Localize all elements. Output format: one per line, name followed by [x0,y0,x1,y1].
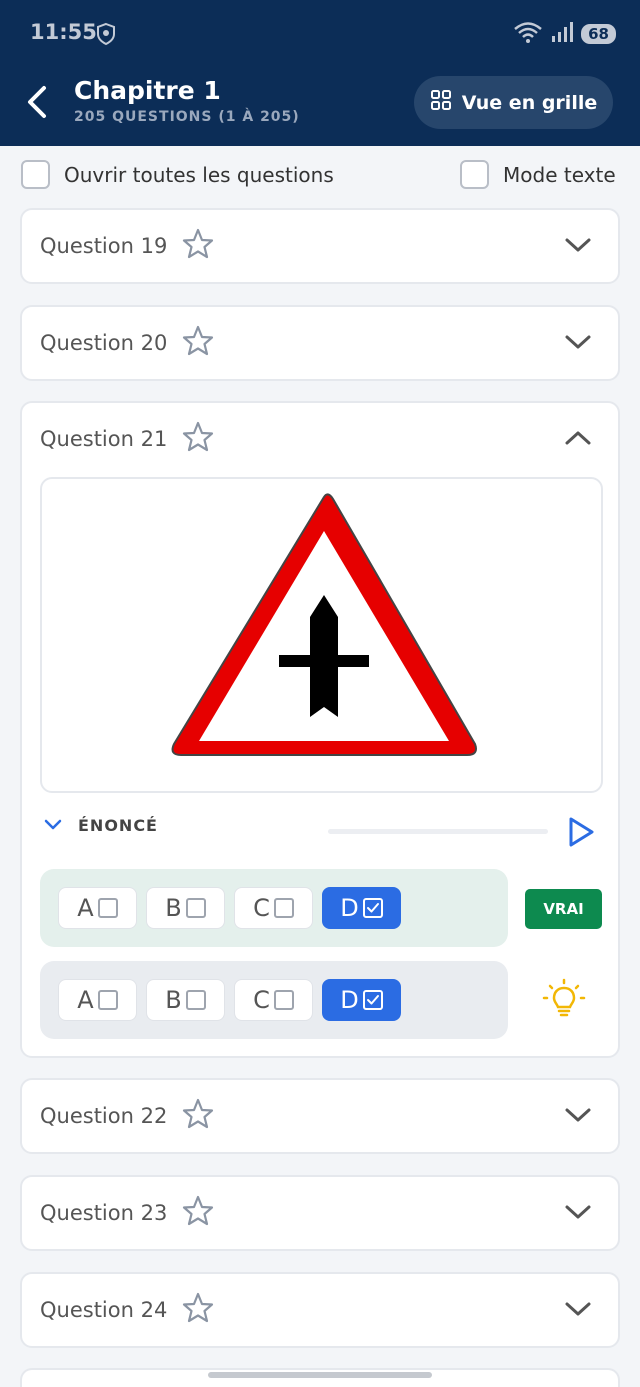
open-all-label: Ouvrir toutes les questions [64,162,334,187]
status-icons: 68 [513,20,616,48]
checkbox-icon [185,990,206,1010]
question-title: Question 22 [40,1104,168,1128]
question-title: Question 21 [40,427,168,451]
back-arrow-icon[interactable] [22,84,52,124]
question-title: Question 23 [40,1201,168,1225]
star-icon[interactable] [181,227,215,265]
star-icon[interactable] [181,420,215,458]
enonce-label: ÉNONCÉ [78,816,158,835]
star-icon[interactable] [181,1291,215,1329]
grid-view-label: Vue en grille [461,91,598,114]
star-icon[interactable] [181,1194,215,1232]
question-header[interactable]: Question 19 [40,210,598,282]
chevron-down-icon[interactable] [564,236,592,258]
answer-a-button[interactable]: A [58,887,137,929]
checkbox-icon [185,898,206,918]
signal-icon [551,21,574,47]
enonce-toggle[interactable]: ÉNONCÉ [44,816,158,835]
grid-icon [430,89,452,116]
open-all-option[interactable]: Ouvrir toutes les questions [21,160,334,189]
shield-icon [95,22,117,50]
text-mode-option[interactable]: Mode texte [460,160,616,189]
chevron-up-icon[interactable] [564,429,592,451]
road-sign-priority-intersection [171,493,477,756]
result-badge: VRAI [525,889,602,929]
home-indicator[interactable] [208,1372,432,1378]
status-time: 11:55 [30,20,97,44]
wifi-icon [513,20,543,48]
question-title: Question 24 [40,1298,168,1322]
question-card[interactable]: Question 23 [20,1175,620,1251]
chevron-down-icon[interactable] [564,1203,592,1225]
page-title: Chapitre 1 [74,76,221,105]
text-mode-checkbox[interactable] [460,160,489,189]
answer-c-button: C [234,979,313,1021]
answer-b-button[interactable]: B [146,887,225,929]
answer-b-button: B [146,979,225,1021]
question-header[interactable]: Question 20 [40,307,598,379]
answer-a-button: A [58,979,137,1021]
question-header[interactable]: Question 23 [40,1177,598,1249]
page-subtitle: 205 QUESTIONS (1 À 205) [74,109,300,125]
question-title: Question 20 [40,331,168,355]
question-card[interactable]: Question 24 [20,1272,620,1348]
star-icon[interactable] [181,1097,215,1135]
star-icon[interactable] [181,324,215,362]
audio-progress-bar[interactable] [328,829,548,834]
checkbox-icon [273,898,294,918]
chevron-down-icon [44,816,62,835]
chevron-down-icon[interactable] [564,1106,592,1128]
question-title: Question 19 [40,234,168,258]
checkbox-icon [97,990,118,1010]
question-header[interactable]: Question 21 [40,403,598,475]
question-header[interactable]: Question 24 [40,1274,598,1346]
user-answer-row: A B C D [40,869,508,947]
answer-c-button[interactable]: C [234,887,313,929]
question-card[interactable]: Question 20 [20,305,620,381]
chevron-down-icon[interactable] [564,333,592,355]
battery-indicator: 68 [581,24,616,44]
grid-view-button[interactable]: Vue en grille [414,76,613,129]
lightbulb-icon[interactable] [542,978,586,1026]
question-image [40,477,603,793]
answer-d-button[interactable]: D [322,887,401,929]
app-header: 11:55 68 Chapitre 1 205 QUESTIONS (1 À 2… [0,0,640,146]
question-card[interactable]: Question 19 [20,208,620,284]
open-all-checkbox[interactable] [21,160,50,189]
checked-checkbox-icon [362,990,383,1010]
question-card[interactable]: Question 22 [20,1078,620,1154]
checkbox-icon [97,898,118,918]
chevron-down-icon[interactable] [564,1300,592,1322]
checkbox-icon [273,990,294,1010]
checked-checkbox-icon [362,898,383,918]
correct-answer-row: A B C D [40,961,508,1039]
text-mode-label: Mode texte [503,162,616,187]
question-card-expanded: Question 21 ÉNONCÉ A B C D VRAI A B C D [20,401,620,1058]
answer-d-button: D [322,979,401,1021]
play-icon[interactable] [566,816,596,852]
question-header[interactable]: Question 22 [40,1080,598,1152]
